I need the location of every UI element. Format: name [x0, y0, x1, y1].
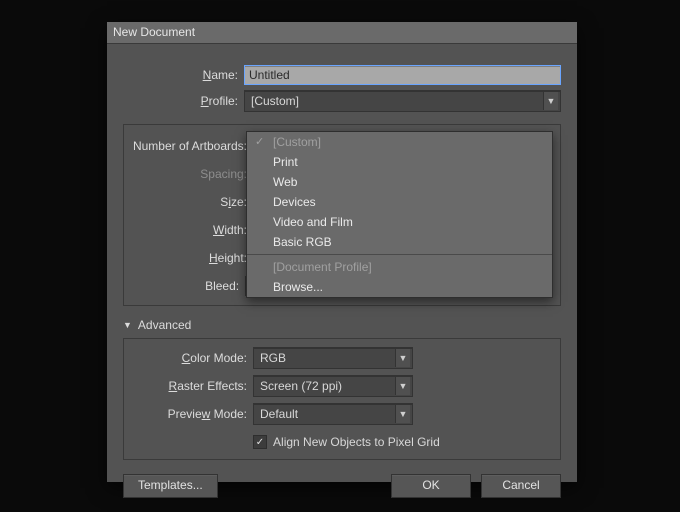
button-bar: Templates... OK Cancel — [123, 474, 561, 498]
profile-row: Profile: [Custom] ▼ — [123, 88, 561, 114]
profile-option-label: Web — [273, 175, 297, 189]
profile-option-label: Print — [273, 155, 298, 169]
profile-select-value: [Custom] — [251, 91, 299, 111]
raster-effects-value: Screen (72 ppi) — [260, 376, 342, 396]
profile-option: [Document Profile] — [247, 257, 552, 277]
profile-option-label: [Custom] — [273, 135, 321, 149]
profile-option-label: [Document Profile] — [273, 260, 372, 274]
color-mode-select[interactable]: RGB ▼ — [253, 347, 413, 369]
chevron-down-icon: ▼ — [543, 92, 558, 110]
profile-option-label: Browse... — [273, 280, 323, 294]
advanced-label: Advanced — [138, 318, 191, 332]
name-input[interactable] — [244, 65, 561, 85]
document-settings-panel: Number of Artboards: Spacing: Size: Widt… — [123, 124, 561, 306]
chevron-down-icon: ▼ — [395, 349, 410, 367]
raster-effects-label: Raster Effects: — [132, 379, 253, 393]
profile-option[interactable]: Video and Film — [247, 212, 552, 232]
num-artboards-label: Number of Artboards: — [132, 139, 253, 153]
chevron-down-icon: ▼ — [395, 405, 410, 423]
profile-option: ✓ [Custom] — [247, 132, 552, 152]
advanced-panel: Color Mode: RGB ▼ Raster Effects: Screen… — [123, 338, 561, 460]
preview-mode-value: Default — [260, 404, 298, 424]
name-label: Name: — [123, 68, 244, 82]
dialog-title: New Document — [107, 22, 577, 44]
color-mode-row: Color Mode: RGB ▼ — [132, 345, 552, 371]
name-row: Name: — [123, 62, 561, 88]
profile-option[interactable]: Browse... — [247, 277, 552, 297]
advanced-toggle[interactable]: ▼ Advanced — [123, 318, 561, 332]
check-icon: ✓ — [255, 132, 267, 152]
preview-mode-select[interactable]: Default ▼ — [253, 403, 413, 425]
profile-label: Profile: — [123, 94, 244, 108]
dialog-body: Name: Profile: [Custom] ▼ Number of Artb… — [107, 44, 577, 512]
color-mode-label: Color Mode: — [132, 351, 253, 365]
color-mode-value: RGB — [260, 348, 286, 368]
profile-option[interactable]: Web — [247, 172, 552, 192]
height-label: Height: — [132, 251, 253, 265]
spacing-label: Spacing: — [132, 167, 253, 181]
profile-option-label: Basic RGB — [273, 235, 332, 249]
profile-option-label: Video and Film — [273, 215, 353, 229]
align-pixel-grid-label: Align New Objects to Pixel Grid — [273, 435, 440, 449]
chevron-down-icon: ▼ — [395, 377, 410, 395]
profile-option[interactable]: Basic RGB — [247, 232, 552, 252]
raster-effects-select[interactable]: Screen (72 ppi) ▼ — [253, 375, 413, 397]
align-pixel-grid-row: ✓ Align New Objects to Pixel Grid — [253, 435, 552, 449]
cancel-button[interactable]: Cancel — [481, 474, 561, 498]
new-document-dialog: New Document Name: Profile: [Custom] ▼ N… — [107, 22, 577, 482]
preview-mode-label: Preview Mode: — [132, 407, 253, 421]
bleed-label: Bleed: — [132, 279, 245, 293]
profile-option[interactable]: Devices — [247, 192, 552, 212]
width-label: Width: — [132, 223, 253, 237]
profile-option-label: Devices — [273, 195, 316, 209]
dropdown-separator — [247, 254, 552, 255]
profile-select[interactable]: [Custom] ▼ — [244, 90, 561, 112]
preview-mode-row: Preview Mode: Default ▼ — [132, 401, 552, 427]
ok-button[interactable]: OK — [391, 474, 471, 498]
templates-button[interactable]: Templates... — [123, 474, 218, 498]
align-pixel-grid-checkbox[interactable]: ✓ — [253, 435, 267, 449]
profile-dropdown: ✓ [Custom] Print Web Devices Video and Film Ba… — [246, 131, 553, 298]
raster-effects-row: Raster Effects: Screen (72 ppi) ▼ — [132, 373, 552, 399]
disclosure-down-icon: ▼ — [123, 320, 132, 330]
profile-option[interactable]: Print — [247, 152, 552, 172]
size-label: Size: — [132, 195, 253, 209]
